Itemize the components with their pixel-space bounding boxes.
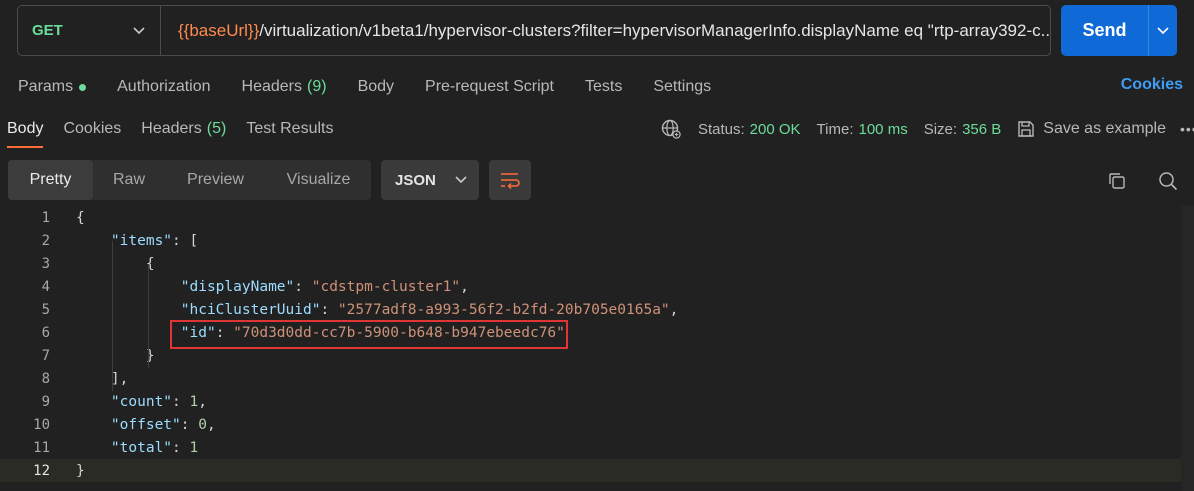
chevron-down-icon <box>132 24 146 38</box>
send-button[interactable]: Send <box>1061 20 1148 41</box>
request-tabs: Params Authorization Headers (9) Body Pre… <box>18 76 1194 98</box>
tab-params-label: Params <box>18 78 74 95</box>
method-select[interactable]: GET <box>18 6 161 55</box>
code-text: "count": 1, <box>110 393 207 410</box>
response-tab-headers[interactable]: Headers (5) <box>141 118 226 148</box>
search-icon[interactable] <box>1157 170 1179 192</box>
line-number: 11 <box>33 439 50 456</box>
code-text: } <box>76 462 85 479</box>
line-number: 3 <box>41 255 50 272</box>
view-pretty-button[interactable]: Pretty <box>8 160 93 200</box>
url-variable: {{baseUrl}} <box>178 20 260 40</box>
response-tab-headers-label: Headers <box>141 120 202 137</box>
indent-guide <box>148 264 149 368</box>
code-line: 8 ], <box>0 367 1194 390</box>
method-label: GET <box>32 22 63 39</box>
line-number: 9 <box>41 393 50 410</box>
status-label: Status: <box>697 120 745 138</box>
line-number: 6 <box>41 324 50 341</box>
code-text: "total": 1 <box>110 439 199 456</box>
editor-scrollbar[interactable] <box>1181 206 1194 491</box>
size-label: Size: <box>923 120 958 138</box>
chevron-down-icon <box>1156 24 1170 38</box>
highlight-box <box>170 320 568 349</box>
code-text: "displayName": "cdstpm-cluster1", <box>180 278 469 295</box>
request-url-bar: GET {{baseUrl}}/virtualization/v1beta1/h… <box>17 5 1051 56</box>
save-as-example-button[interactable]: Save as example <box>1017 120 1166 138</box>
save-icon <box>1018 121 1034 137</box>
line-number: 10 <box>33 416 50 433</box>
response-time[interactable]: Time: 100 ms <box>817 121 908 138</box>
tab-tests[interactable]: Tests <box>585 76 622 98</box>
response-tabs: Body Cookies Headers (5) Test Results <box>7 118 353 148</box>
params-indicator-dot <box>79 83 87 91</box>
format-label: JSON <box>395 171 436 189</box>
code-text: "hciClusterUuid": "2577adf8-a993-56f2-b2… <box>180 301 679 318</box>
indent-guide <box>112 241 113 391</box>
format-select[interactable]: JSON <box>381 160 479 200</box>
tab-params[interactable]: Params <box>18 76 87 98</box>
view-raw-button[interactable]: Raw <box>93 160 165 200</box>
chevron-down-icon <box>454 173 468 187</box>
line-number: 4 <box>41 278 50 295</box>
code-text: ], <box>76 370 129 387</box>
view-preview-button[interactable]: Preview <box>165 160 266 200</box>
tab-body[interactable]: Body <box>358 76 394 98</box>
code-line: 3 { <box>0 252 1194 275</box>
code-text: { <box>76 255 155 272</box>
wrap-lines-button[interactable] <box>489 160 531 200</box>
view-mode-selector: Pretty Raw Preview Visualize <box>8 160 371 200</box>
url-input[interactable]: {{baseUrl}}/virtualization/v1beta1/hyper… <box>161 21 1050 41</box>
tab-settings[interactable]: Settings <box>653 76 711 98</box>
response-tab-test-results[interactable]: Test Results <box>246 118 333 148</box>
network-icon[interactable] <box>660 118 682 140</box>
code-text: "offset": 0, <box>110 416 216 433</box>
response-tab-cookies[interactable]: Cookies <box>63 118 121 148</box>
send-options-button[interactable] <box>1148 5 1177 56</box>
code-line: 4 "displayName": "cdstpm-cluster1", <box>0 275 1194 298</box>
cookies-link[interactable]: Cookies <box>1121 76 1183 94</box>
response-size[interactable]: Size: 356 B <box>924 121 1002 138</box>
more-options-icon[interactable]: ••• <box>1180 121 1194 137</box>
view-visualize-button[interactable]: Visualize <box>266 160 371 200</box>
code-text: } <box>76 347 155 364</box>
code-line: 5 "hciClusterUuid": "2577adf8-a993-56f2-… <box>0 298 1194 321</box>
url-path: /virtualization/v1beta1/hypervisor-clust… <box>259 20 1050 40</box>
code-line: 9 "count": 1, <box>0 390 1194 413</box>
status-value: 200 OK <box>749 120 801 138</box>
tab-prerequest-script[interactable]: Pre-request Script <box>425 76 554 98</box>
code-line: 10 "offset": 0, <box>0 413 1194 436</box>
code-line: 11 "total": 1 <box>0 436 1194 459</box>
size-value: 356 B <box>962 120 1002 138</box>
line-number: 7 <box>41 347 50 364</box>
tab-authorization[interactable]: Authorization <box>117 76 210 98</box>
line-number: 12 <box>33 462 50 479</box>
wrap-lines-icon <box>501 173 520 189</box>
response-headers-count: (5) <box>206 120 227 137</box>
line-number: 5 <box>41 301 50 318</box>
code-line: 1{ <box>0 206 1194 229</box>
tab-headers-label: Headers <box>241 78 302 95</box>
response-body-editor[interactable]: 12} 11 "total": 1 10 "offset": 0, 9 "count"… <box>0 206 1194 491</box>
line-number: 1 <box>41 209 50 226</box>
code-text: "items": [ <box>110 232 199 249</box>
copy-icon[interactable] <box>1106 170 1128 192</box>
tab-headers[interactable]: Headers (9) <box>242 76 327 98</box>
response-tab-body[interactable]: Body <box>7 118 44 148</box>
code-line: 2 "items": [ <box>0 229 1194 252</box>
time-label: Time: <box>816 120 854 138</box>
code-text: { <box>76 209 85 226</box>
headers-count: (9) <box>307 78 327 95</box>
save-as-example-label: Save as example <box>1043 120 1166 137</box>
response-status-bar: Status: 200 OK Time: 100 ms Size: 356 B Sav… <box>660 118 1194 140</box>
code-line: 12} <box>0 459 1194 482</box>
send-button-group: Send <box>1061 5 1177 56</box>
line-number: 2 <box>41 232 50 249</box>
time-value: 100 ms <box>858 120 908 138</box>
status-code[interactable]: Status: 200 OK <box>698 121 801 138</box>
line-number: 8 <box>41 370 50 387</box>
